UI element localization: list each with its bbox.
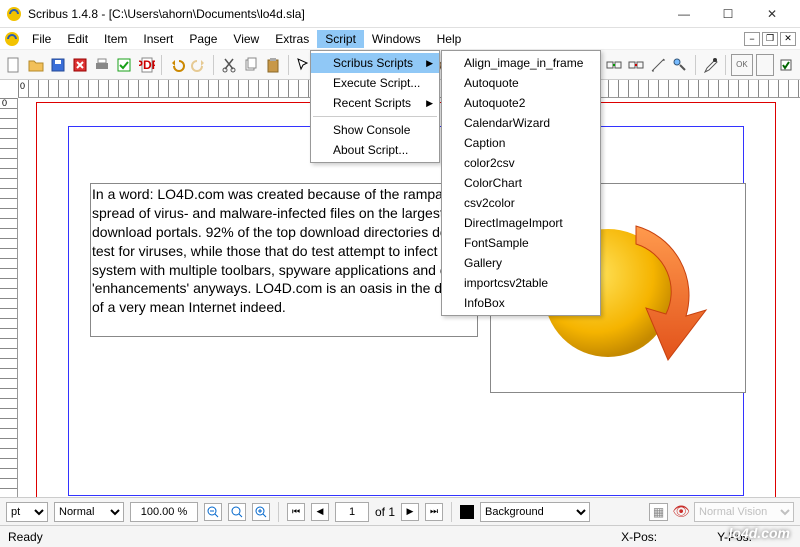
menu-item-item[interactable]: Item (96, 30, 135, 48)
open-file-icon[interactable] (26, 54, 45, 76)
text-frame[interactable]: In a word: LO4D.com was created because … (90, 183, 478, 337)
pdf-checkbox-icon[interactable] (777, 54, 796, 76)
mdi-close-button[interactable]: ✕ (780, 32, 796, 46)
mdi-minimize-button[interactable]: − (744, 32, 760, 46)
script-color2csv[interactable]: color2csv (442, 153, 600, 173)
prev-page-button[interactable]: ◀ (311, 503, 329, 521)
watermark: lo4d.com (729, 525, 790, 541)
last-page-button[interactable]: ⏭ (425, 503, 443, 521)
save-file-icon[interactable] (48, 54, 67, 76)
vision-select[interactable]: Normal Vision (694, 502, 794, 522)
menu-insert[interactable]: Insert (135, 30, 181, 48)
menu-bar: File Edit Item Insert Page View Extras S… (0, 28, 800, 50)
menuitem-about-script[interactable]: About Script... (311, 140, 439, 160)
mdi-restore-button[interactable]: ❐ (762, 32, 778, 46)
script-importcsv2table[interactable]: importcsv2table (442, 273, 600, 293)
first-page-button[interactable]: ⏮ (287, 503, 305, 521)
scribus-scripts-submenu: Align_image_in_frame Autoquote Autoquote… (441, 50, 601, 316)
script-autoquote2[interactable]: Autoquote2 (442, 93, 600, 113)
unlink-frames-icon[interactable] (626, 54, 645, 76)
layer-color-swatch (460, 505, 474, 519)
page-number-input[interactable] (335, 502, 369, 522)
app-icon (6, 6, 22, 22)
menu-script[interactable]: Script (317, 30, 364, 48)
status-text: Ready (8, 530, 43, 544)
script-autoquote[interactable]: Autoquote (442, 73, 600, 93)
svg-text:PDF: PDF (139, 58, 155, 72)
menu-extras[interactable]: Extras (267, 30, 317, 48)
script-infobox[interactable]: InfoBox (442, 293, 600, 313)
script-caption[interactable]: Caption (442, 133, 600, 153)
ruler-h-zero: 0 (20, 81, 25, 91)
status-toolbar: pt Normal ⏮ ◀ of 1 ▶ ⏭ Background ▦ 👁 No… (0, 497, 800, 525)
layer-select[interactable]: Background (480, 502, 590, 522)
preview-quality-select[interactable]: Normal (54, 502, 124, 522)
menu-help[interactable]: Help (429, 30, 470, 48)
menu-separator (313, 116, 437, 117)
ruler-v-zero: 0 (2, 98, 7, 108)
title-bar: Scribus 1.4.8 - [C:\Users\ahorn\Document… (0, 0, 800, 28)
script-csv2color[interactable]: csv2color (442, 193, 600, 213)
menu-page[interactable]: Page (181, 30, 225, 48)
menu-file[interactable]: File (24, 30, 59, 48)
script-gallery[interactable]: Gallery (442, 253, 600, 273)
redo-icon[interactable] (189, 54, 208, 76)
maximize-button[interactable]: ☐ (706, 1, 750, 27)
script-fontsample[interactable]: FontSample (442, 233, 600, 253)
menu-edit[interactable]: Edit (59, 30, 96, 48)
script-directimageimport[interactable]: DirectImageImport (442, 213, 600, 233)
close-button[interactable]: ✕ (750, 1, 794, 27)
measure-tool-icon[interactable] (648, 54, 667, 76)
copy-icon[interactable] (241, 54, 260, 76)
script-calendarwizard[interactable]: CalendarWizard (442, 113, 600, 133)
script-colorchart[interactable]: ColorChart (442, 173, 600, 193)
next-page-button[interactable]: ▶ (401, 503, 419, 521)
pdf-pushbutton-icon[interactable]: OK (731, 54, 754, 76)
page-total-label: of 1 (375, 505, 395, 519)
preflight-icon[interactable] (115, 54, 134, 76)
pdf-textfield-icon[interactable] (756, 54, 773, 76)
preview-mode-icon[interactable]: 👁 (672, 503, 690, 520)
app-icon-small (4, 31, 20, 47)
cms-toggle-icon[interactable]: ▦ (649, 503, 668, 521)
link-frames-icon[interactable] (604, 54, 623, 76)
close-file-icon[interactable] (71, 54, 90, 76)
script-align-image-in-frame[interactable]: Align_image_in_frame (442, 53, 600, 73)
zoom-out-icon[interactable] (204, 503, 222, 521)
menuitem-scribus-scripts[interactable]: Scribus Scripts▶ (311, 53, 439, 73)
zoom-reset-icon[interactable] (228, 503, 246, 521)
zoom-input[interactable] (130, 502, 198, 522)
unit-select[interactable]: pt (6, 502, 48, 522)
menuitem-execute-script[interactable]: Execute Script... (311, 73, 439, 93)
new-file-icon[interactable] (4, 54, 23, 76)
menuitem-show-console[interactable]: Show Console (311, 120, 439, 140)
print-icon[interactable] (93, 54, 112, 76)
menuitem-recent-scripts[interactable]: Recent Scripts▶ (311, 93, 439, 113)
script-menu-dropdown: Scribus Scripts▶ Execute Script... Recen… (310, 50, 440, 163)
xpos-label: X-Pos: (621, 530, 657, 544)
copy-properties-icon[interactable] (671, 54, 690, 76)
menu-view[interactable]: View (225, 30, 267, 48)
paste-icon[interactable] (264, 54, 283, 76)
status-bar: Ready X-Pos: Y-Pos: (0, 525, 800, 547)
vertical-ruler[interactable]: 0 (0, 98, 18, 497)
menu-windows[interactable]: Windows (364, 30, 429, 48)
eyedropper-tool-icon[interactable] (701, 54, 720, 76)
undo-icon[interactable] (167, 54, 186, 76)
minimize-button[interactable]: — (662, 1, 706, 27)
zoom-in-icon[interactable] (252, 503, 270, 521)
cut-icon[interactable] (219, 54, 238, 76)
pdf-icon[interactable]: PDF (137, 54, 156, 76)
window-title: Scribus 1.4.8 - [C:\Users\ahorn\Document… (28, 7, 662, 21)
